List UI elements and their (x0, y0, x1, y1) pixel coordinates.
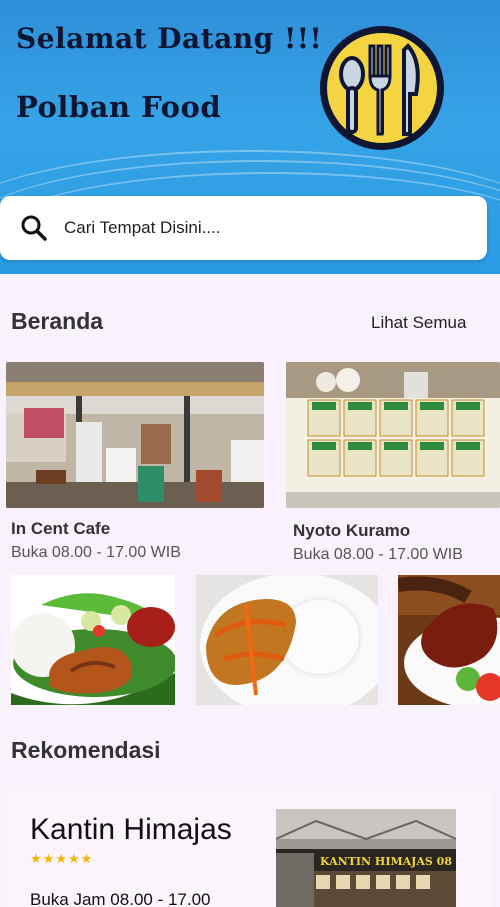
canteen-sign-text: KANTIN HIMAJAS 08 (320, 855, 452, 868)
place-hours: Buka 08.00 - 17.00 WIB (11, 544, 181, 561)
recommendation-image[interactable]: KANTIN HIMAJAS 08 (276, 809, 456, 907)
rating-stars: ★★★★★ (30, 851, 94, 866)
fork-spoon-knife-icon (320, 26, 444, 150)
section-title-home: Beranda (11, 308, 104, 334)
food-image-grilled-chicken[interactable] (398, 575, 500, 705)
food-image-chicken-rice[interactable] (196, 575, 378, 705)
canteen-photo: KANTIN HIMAJAS 08 (276, 809, 456, 907)
place-name[interactable]: Nyoto Kuramo (293, 521, 410, 541)
brand-title: Polban Food (16, 90, 222, 124)
section-title-recommendation: Rekomendasi (11, 737, 161, 763)
greeting-text: Selamat Datang !!! (16, 22, 323, 55)
recommendation-name[interactable]: Kantin Himajas (30, 813, 232, 847)
place-name[interactable]: In Cent Cafe (11, 519, 110, 539)
place-hours: Buka 08.00 - 17.00 WIB (293, 546, 463, 563)
search-bar[interactable] (0, 196, 487, 260)
place-image-nyoto-kuramo[interactable] (286, 362, 500, 508)
recommendation-hours: Buka Jam 08.00 - 17.00 (30, 890, 211, 907)
search-icon[interactable] (20, 214, 48, 242)
place-image-in-cent-cafe[interactable] (6, 362, 264, 508)
see-all-link[interactable]: Lihat Semua (371, 313, 466, 333)
search-input[interactable] (64, 218, 444, 238)
food-image-chicken[interactable] (11, 575, 175, 705)
